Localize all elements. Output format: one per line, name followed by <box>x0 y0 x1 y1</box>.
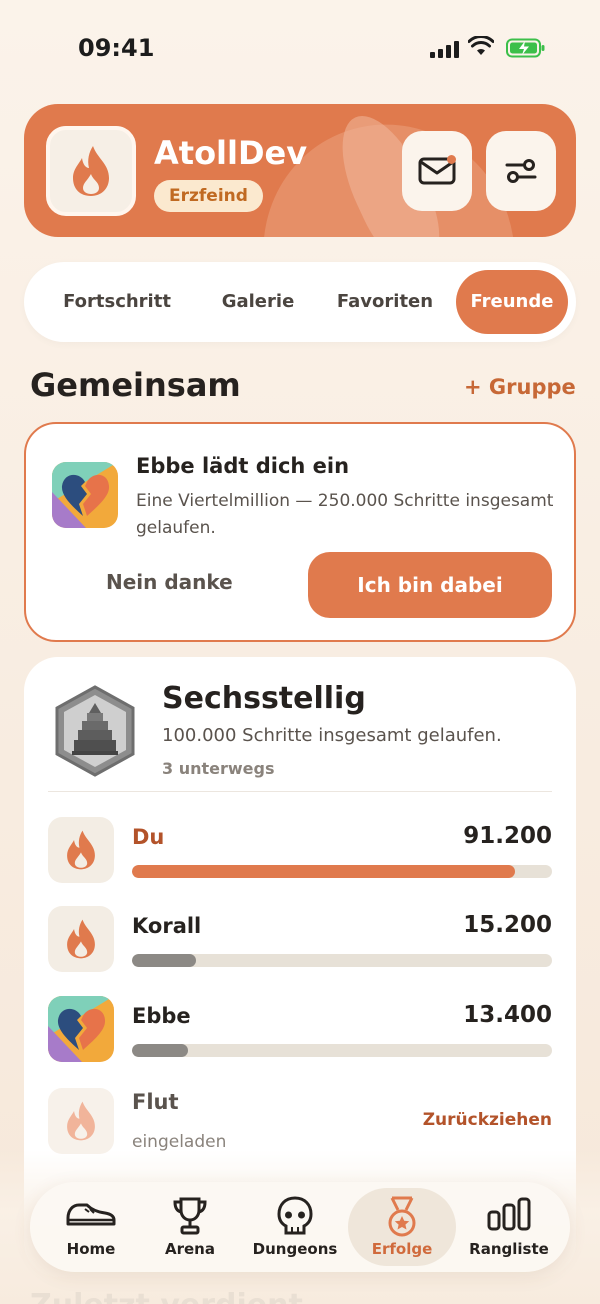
avatar <box>48 996 114 1062</box>
sliders-icon <box>505 159 537 183</box>
shoe-icon <box>66 1203 116 1226</box>
profile-name: AtollDev <box>154 134 308 172</box>
messages-button[interactable] <box>402 131 472 211</box>
progress-bar <box>132 954 552 967</box>
nav-erfolge[interactable]: Erfolge <box>348 1188 456 1266</box>
accept-button[interactable]: Ich bin dabei <box>308 552 552 618</box>
profile-header: AtollDev Erzfeind <box>24 104 576 237</box>
nav-label: Rangliste <box>469 1240 549 1258</box>
participant-name: Du <box>132 825 165 849</box>
participant-row-invited: Flut eingeladen Zurückziehen <box>48 1088 552 1154</box>
medal-icon <box>388 1196 416 1237</box>
rank-badge: Erzfeind <box>154 180 263 212</box>
tab-fortschritt[interactable]: Fortschritt <box>44 270 190 334</box>
participant-value: 91.200 <box>463 823 552 849</box>
participant-name: Korall <box>132 914 202 938</box>
nav-label: Home <box>66 1240 116 1258</box>
trophy-icon <box>173 1197 207 1235</box>
achievement-title: Sechsstellig <box>162 681 366 716</box>
battery-charging-icon <box>506 38 545 58</box>
nav-rangliste[interactable]: Rangliste <box>460 1182 558 1272</box>
withdraw-invite-button[interactable]: Zurückziehen <box>423 1110 552 1130</box>
tab-freunde[interactable]: Freunde <box>456 270 568 334</box>
broken-heart-icon <box>52 462 118 528</box>
tab-bar: Fortschritt Galerie Favoriten Freunde <box>24 262 576 342</box>
bar-chart-icon <box>487 1197 531 1231</box>
progress-bar <box>132 865 552 878</box>
flame-icon <box>67 1101 95 1141</box>
nav-home[interactable]: Home <box>44 1182 138 1272</box>
cellular-signal-icon <box>430 40 459 58</box>
invite-title: Ebbe lädt dich ein <box>136 454 350 478</box>
progress-fill <box>132 865 516 878</box>
invite-card: Ebbe lädt dich ein Eine Viertelmillion —… <box>24 422 576 642</box>
achievement-description: 100.000 Schritte insgesamt gelaufen. <box>162 725 502 746</box>
tab-favoriten[interactable]: Favoriten <box>326 270 444 334</box>
participant-value: 13.400 <box>463 1002 552 1028</box>
nav-arena[interactable]: Arena <box>146 1182 234 1272</box>
status-bar: 09:41 <box>0 30 600 70</box>
avatar[interactable] <box>46 126 136 216</box>
achievement-meta: 3 unterwegs <box>162 759 275 778</box>
broken-heart-icon <box>48 996 114 1062</box>
add-group-button[interactable]: + Gruppe <box>464 375 576 399</box>
nav-label: Arena <box>165 1240 215 1258</box>
avatar <box>48 906 114 972</box>
nav-label: Erfolge <box>371 1240 433 1258</box>
decline-button[interactable]: Nein danke <box>106 570 233 594</box>
section-title-recent: Zuletzt verdient <box>30 1288 303 1304</box>
flame-icon <box>67 919 95 959</box>
avatar <box>48 1088 114 1154</box>
participant-row: Du 91.200 <box>48 817 552 883</box>
nav-label: Dungeons <box>252 1240 338 1258</box>
notification-dot <box>447 155 456 164</box>
participant-name: Ebbe <box>132 1004 191 1028</box>
tab-galerie[interactable]: Galerie <box>200 270 316 334</box>
status-time: 09:41 <box>78 34 155 62</box>
participant-row: Korall 15.200 <box>48 906 552 972</box>
progress-fill <box>132 954 196 967</box>
participant-status: eingeladen <box>132 1132 227 1152</box>
progress-fill <box>132 1044 189 1057</box>
skull-icon <box>277 1196 313 1235</box>
flame-icon <box>67 830 95 870</box>
flame-icon <box>73 146 109 196</box>
participant-name: Flut <box>132 1090 179 1114</box>
section-title: Gemeinsam <box>30 366 241 404</box>
divider <box>48 791 552 792</box>
progress-bar <box>132 1044 552 1057</box>
settings-button[interactable] <box>486 131 556 211</box>
invite-description: Eine Viertelmillion — 250.000 Schritte i… <box>136 491 554 538</box>
bottom-nav: Home Arena Dungeons Erfolge Rangliste <box>30 1182 570 1272</box>
participant-value: 15.200 <box>463 912 552 938</box>
achievement-badge-icon <box>55 685 135 777</box>
nav-dungeons[interactable]: Dungeons <box>242 1182 348 1272</box>
participant-row: Ebbe 13.400 <box>48 996 552 1062</box>
inviter-avatar <box>52 462 118 528</box>
avatar <box>48 817 114 883</box>
wifi-icon <box>468 36 494 55</box>
